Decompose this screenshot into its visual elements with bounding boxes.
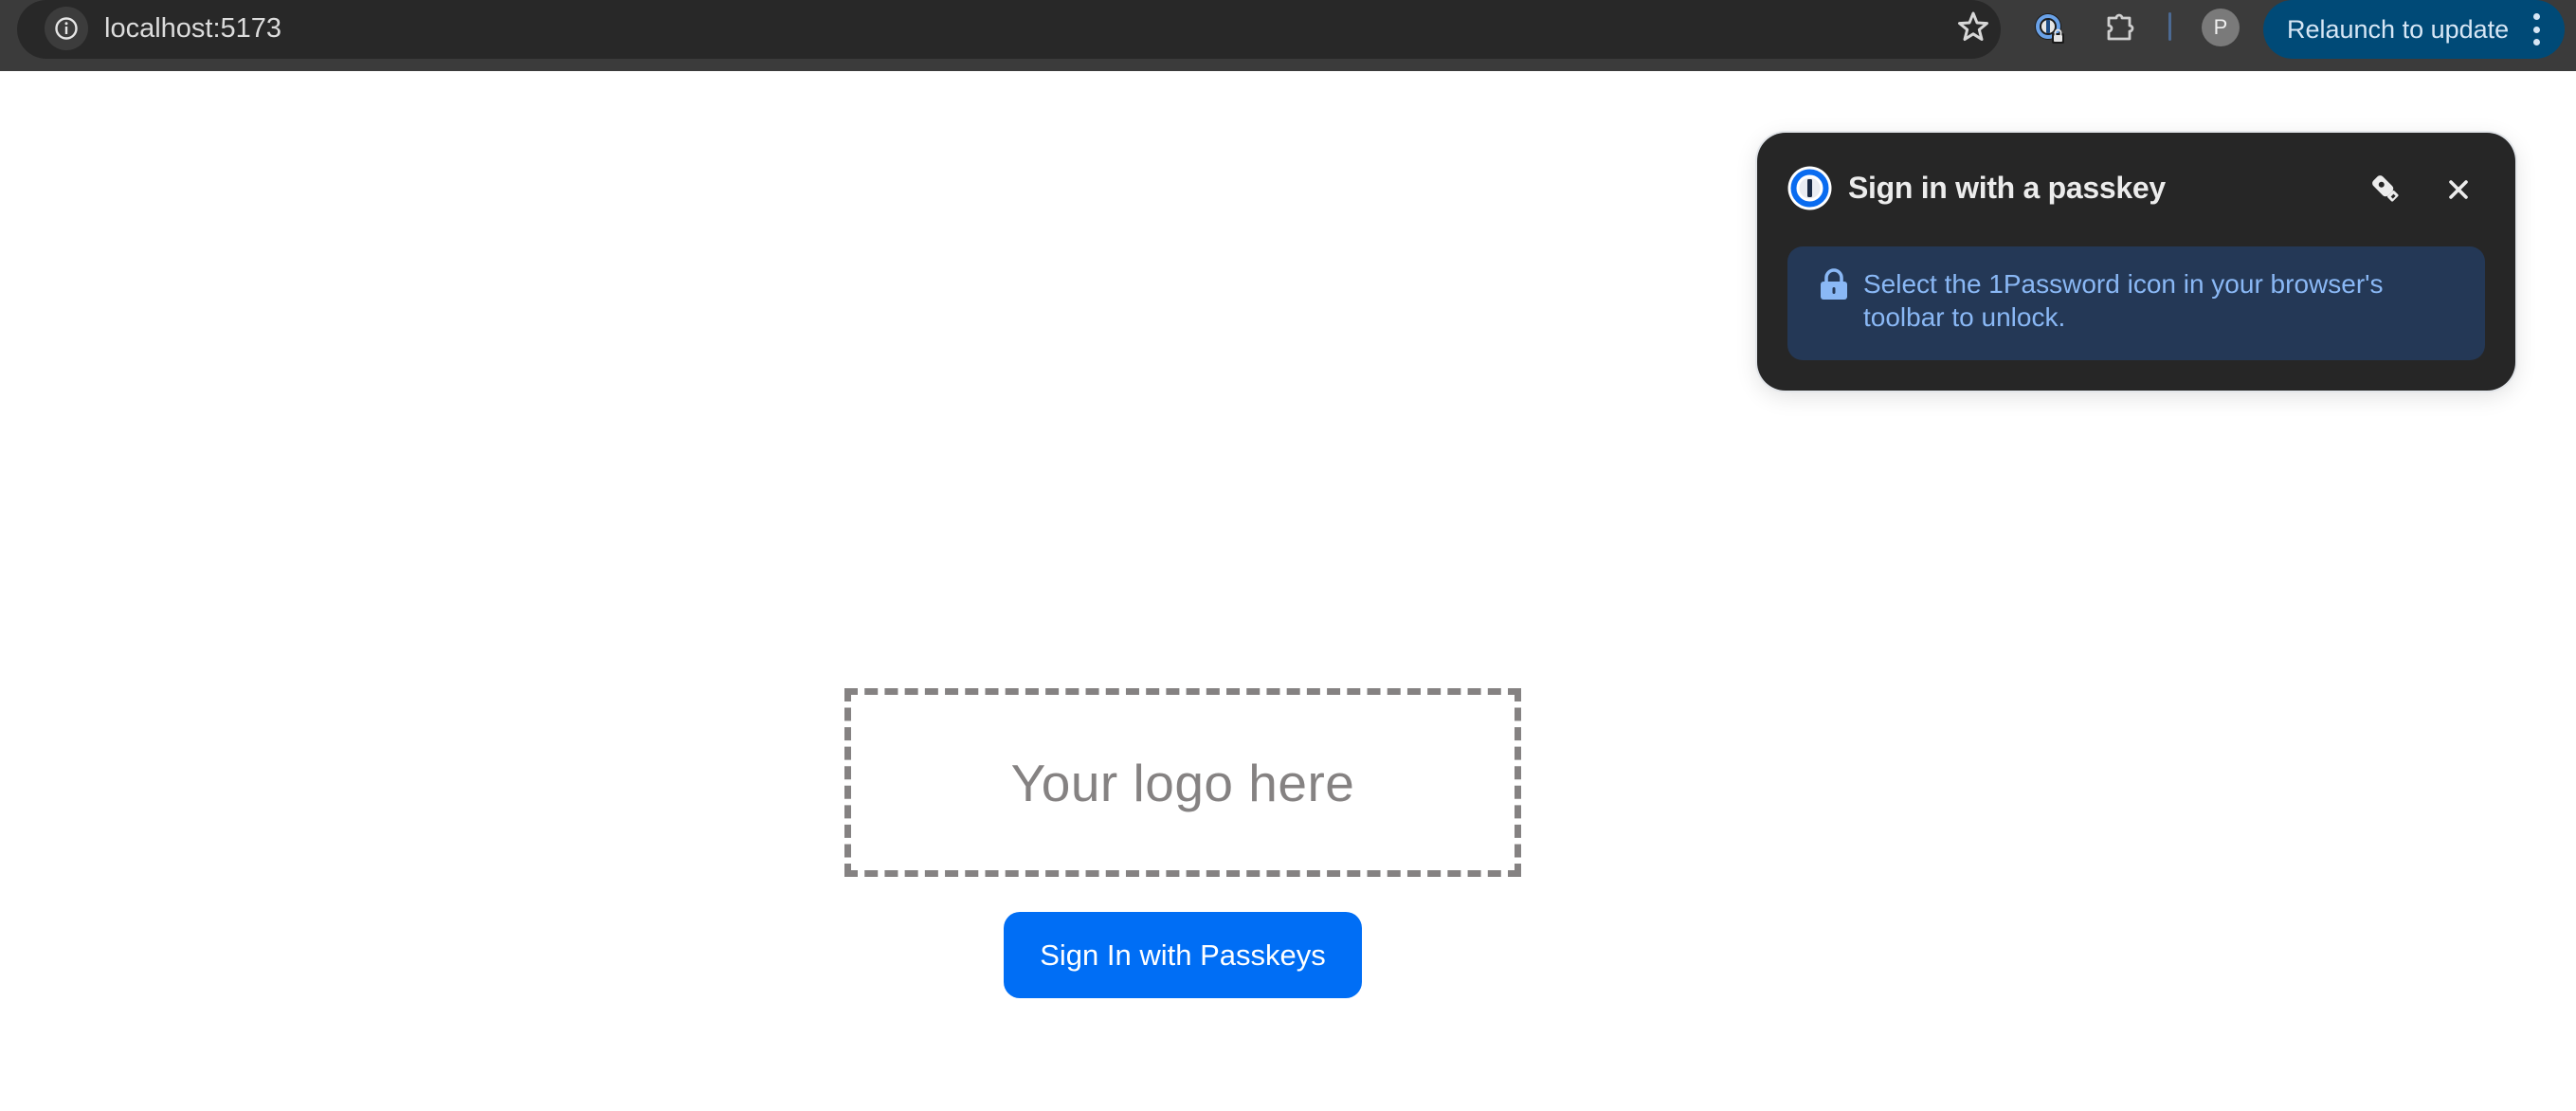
security-key-icon[interactable]	[2367, 171, 2404, 207]
relaunch-to-update-button[interactable]: Relaunch to update	[2263, 0, 2565, 59]
info-icon	[55, 17, 78, 40]
1password-locked-icon	[2035, 13, 2064, 44]
toolbar-divider	[2168, 12, 2171, 41]
profile-initial: P	[2213, 15, 2228, 39]
passkey-popup: Sign in with a passkey Select the 1Passw…	[1757, 133, 2515, 391]
puzzle-icon	[2107, 13, 2134, 41]
sign-in-with-passkeys-button[interactable]: Sign In with Passkeys	[1004, 912, 1362, 998]
logo-placeholder: Your logo here	[844, 688, 1521, 877]
notice-text: Select the 1Password icon in your browse…	[1863, 269, 2384, 332]
1password-extension-button[interactable]	[2029, 8, 2071, 49]
browser-toolbar: localhost:5173 P Relaunch to update	[0, 0, 2576, 71]
url-text[interactable]: localhost:5173	[104, 11, 281, 46]
1password-logo-icon	[1787, 166, 1832, 210]
popup-title: Sign in with a passkey	[1848, 171, 2166, 205]
relaunch-label: Relaunch to update	[2287, 14, 2510, 44]
address-bar[interactable]: localhost:5173	[17, 0, 2001, 59]
unlock-notice: Select the 1Password icon in your browse…	[1787, 246, 2485, 360]
star-icon[interactable]	[1954, 8, 1992, 46]
extensions-button[interactable]	[2098, 8, 2140, 49]
profile-avatar[interactable]: P	[2202, 9, 2240, 46]
close-icon[interactable]	[2441, 173, 2476, 207]
lock-icon	[1821, 268, 1847, 300]
logo-placeholder-text: Your logo here	[1010, 753, 1355, 812]
site-info-button[interactable]	[45, 7, 88, 50]
more-vert-icon[interactable]	[2532, 13, 2540, 46]
